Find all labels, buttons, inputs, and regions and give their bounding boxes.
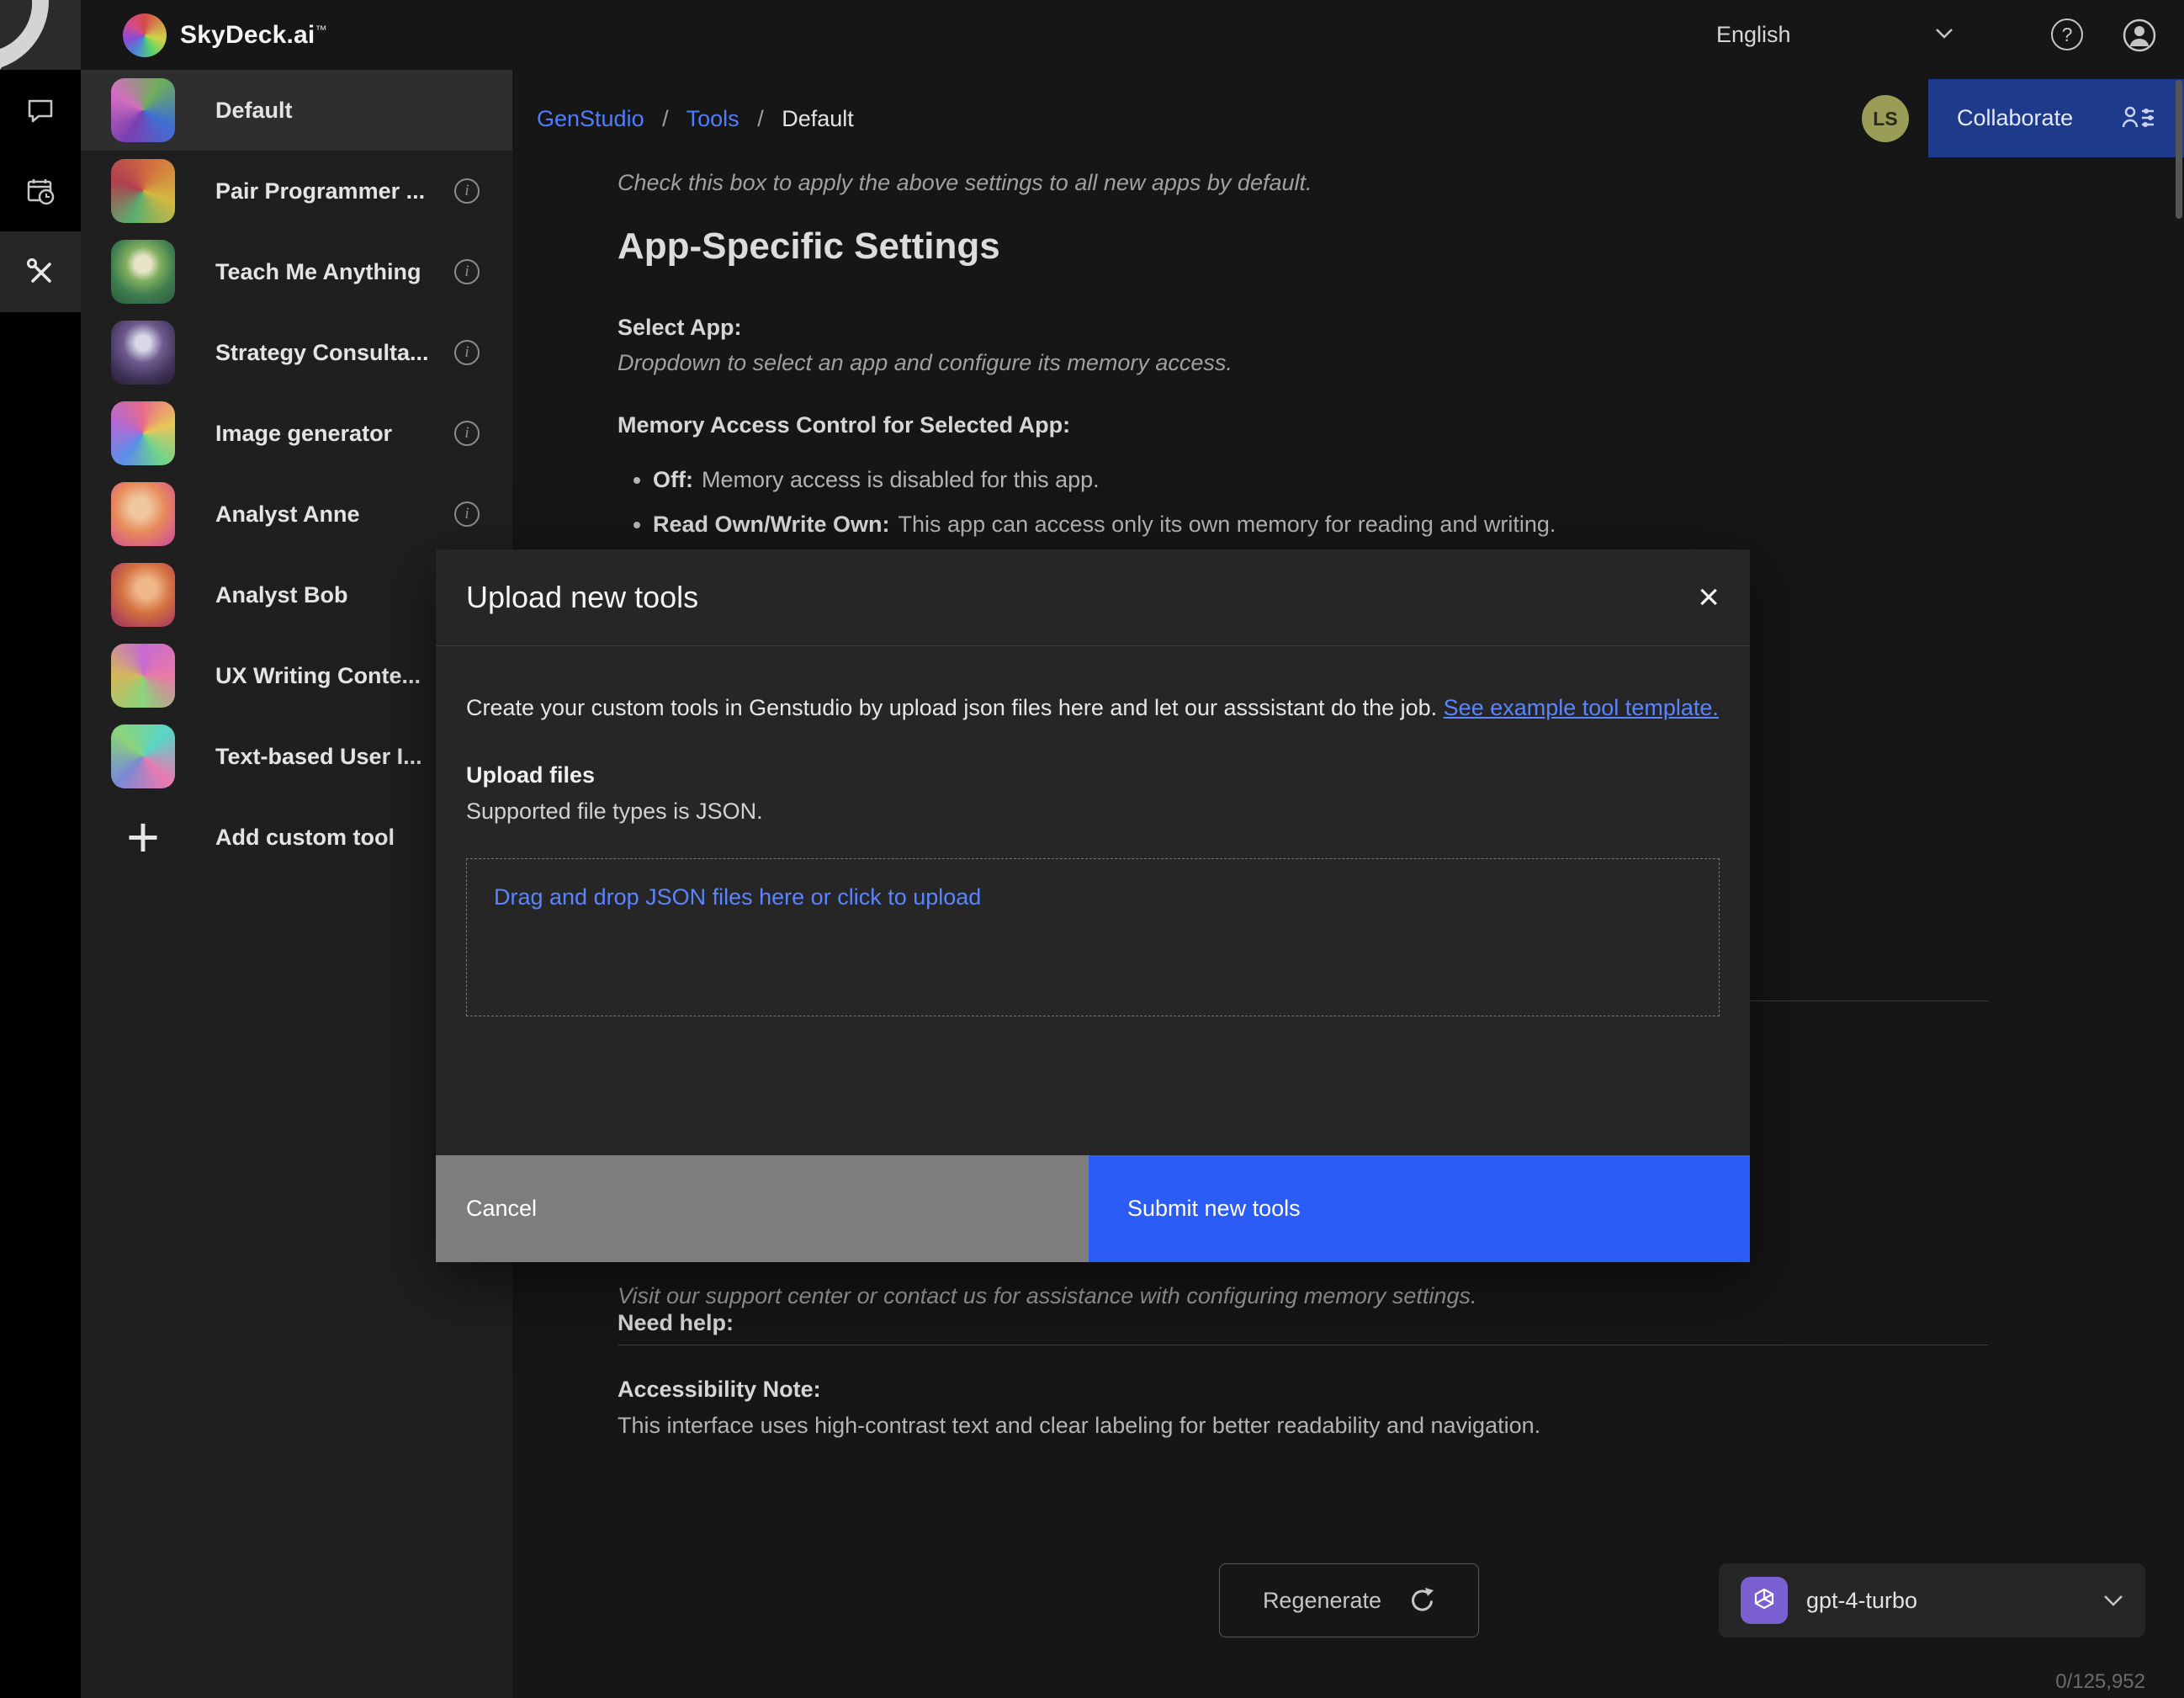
dropzone-label: Drag and drop JSON files here or click t… <box>494 884 981 910</box>
breadcrumb-separator: / <box>662 106 669 131</box>
language-selector[interactable]: English <box>1716 0 1791 70</box>
sidebar-item-label: Strategy Consulta... <box>215 340 429 366</box>
accessibility-label: Accessibility Note: <box>618 1377 821 1403</box>
default-settings-note: Check this box to apply the above settin… <box>618 170 1312 196</box>
brand-name: SkyDeck.ai™ <box>180 21 327 50</box>
memory-access-options: Off:Memory access is disabled for this a… <box>618 467 1556 556</box>
trademark: ™ <box>315 23 326 36</box>
tool-avatar <box>111 159 175 223</box>
tool-avatar <box>111 321 175 385</box>
language-label: English <box>1716 22 1791 48</box>
memory-option-off: Off:Memory access is disabled for this a… <box>653 467 1556 493</box>
brand: SkyDeck.ai™ <box>123 0 327 70</box>
regenerate-label: Regenerate <box>1263 1588 1381 1614</box>
sidebar-item-image-generator[interactable]: Image generator i <box>81 393 512 474</box>
skydeck-logo-mark <box>0 0 81 70</box>
sidebar-item-default[interactable]: Default <box>81 70 512 151</box>
skydeck-logo-icon <box>123 13 167 57</box>
schedule-icon <box>24 175 56 207</box>
chevron-down-icon[interactable] <box>1935 28 1953 40</box>
rail-schedule-button[interactable] <box>0 151 81 231</box>
sidebar-item-label: Text-based User I... <box>215 744 422 770</box>
model-selector[interactable]: gpt-4-turbo <box>1719 1563 2145 1637</box>
breadcrumb: GenStudio / Tools / Default <box>537 106 854 132</box>
info-icon[interactable]: i <box>454 421 480 446</box>
modal-body: Create your custom tools in Genstudio by… <box>436 646 1750 1016</box>
breadcrumb-genstudio[interactable]: GenStudio <box>537 106 644 131</box>
help-icon: ? <box>2051 19 2083 50</box>
collaborate-icon <box>2122 104 2155 133</box>
breadcrumb-current: Default <box>782 106 854 131</box>
sidebar-item-teach-me-anything[interactable]: Teach Me Anything i <box>81 231 512 312</box>
profile-icon <box>2122 18 2157 53</box>
tool-avatar <box>111 78 175 142</box>
modal-title: Upload new tools <box>466 580 698 615</box>
topbar: SkyDeck.ai™ English ? <box>0 0 2184 70</box>
sidebar-item-label: Image generator <box>215 421 392 447</box>
need-help-label: Need help: <box>618 1310 734 1336</box>
regenerate-button[interactable]: Regenerate <box>1219 1563 1479 1637</box>
icon-rail <box>0 70 81 1698</box>
modal-footer: Cancel Submit new tools <box>436 1155 1750 1262</box>
modal-description: Create your custom tools in Genstudio by… <box>466 690 1720 725</box>
file-dropzone[interactable]: Drag and drop JSON files here or click t… <box>466 858 1720 1016</box>
upload-tools-modal: Upload new tools × Create your custom to… <box>436 549 1750 1262</box>
plus-icon: + <box>111 809 175 866</box>
memory-access-label: Memory Access Control for Selected App: <box>618 412 1070 438</box>
tool-avatar <box>111 482 175 546</box>
tools-icon <box>24 256 56 288</box>
cancel-button[interactable]: Cancel <box>436 1155 1089 1262</box>
model-name: gpt-4-turbo <box>1806 1588 1917 1614</box>
info-icon[interactable]: i <box>454 178 480 204</box>
tool-avatar <box>111 644 175 708</box>
select-app-label: Select App: <box>618 315 742 341</box>
sidebar-item-label: Default <box>215 98 293 124</box>
collaborate-button[interactable]: Collaborate <box>1928 79 2184 157</box>
breadcrumb-tools[interactable]: Tools <box>686 106 739 131</box>
sidebar-item-label: UX Writing Conte... <box>215 663 421 689</box>
need-help-description: Visit our support center or contact us f… <box>618 1283 1476 1309</box>
supported-filetypes-note: Supported file types is JSON. <box>466 799 1720 825</box>
info-icon[interactable]: i <box>454 259 480 284</box>
sidebar-item-label: Teach Me Anything <box>215 259 421 285</box>
upload-files-label: Upload files <box>466 762 1720 788</box>
openai-icon <box>1741 1577 1788 1624</box>
help-button[interactable]: ? <box>2051 19 2083 50</box>
submit-new-tools-button[interactable]: Submit new tools <box>1089 1155 1750 1262</box>
breadcrumb-separator: / <box>757 106 764 131</box>
chat-icon <box>24 94 56 126</box>
sidebar-item-label: Pair Programmer ... <box>215 178 425 204</box>
rail-tools-button[interactable] <box>0 231 81 312</box>
tool-avatar <box>111 724 175 788</box>
profile-button[interactable] <box>2122 18 2157 53</box>
user-avatar[interactable]: LS <box>1862 95 1909 142</box>
modal-header: Upload new tools × <box>436 549 1750 646</box>
page-title: App-Specific Settings <box>618 226 1000 268</box>
memory-option-read-own: Read Own/Write Own:This app can access o… <box>653 512 1556 538</box>
sidebar-item-pair-programmer[interactable]: Pair Programmer ... i <box>81 151 512 231</box>
scrollbar-thumb[interactable] <box>2176 80 2182 219</box>
info-icon[interactable]: i <box>454 501 480 527</box>
example-template-link[interactable]: See example tool template. <box>1444 695 1719 720</box>
info-icon[interactable]: i <box>454 340 480 365</box>
chevron-down-icon <box>2103 1595 2123 1607</box>
close-icon[interactable]: × <box>1698 579 1720 616</box>
refresh-icon <box>1407 1586 1435 1615</box>
tool-avatar <box>111 563 175 627</box>
sidebar-item-analyst-anne[interactable]: Analyst Anne i <box>81 474 512 555</box>
tool-avatar <box>111 401 175 465</box>
tool-avatar <box>111 240 175 304</box>
token-counter: 0/125,952 <box>2055 1670 2145 1694</box>
rail-chat-button[interactable] <box>0 70 81 151</box>
sidebar-item-strategy-consultant[interactable]: Strategy Consulta... i <box>81 312 512 393</box>
collaborate-label: Collaborate <box>1957 105 2073 131</box>
accessibility-description: This interface uses high-contrast text a… <box>618 1413 1540 1439</box>
select-app-description: Dropdown to select an app and configure … <box>618 350 1232 376</box>
sidebar-item-label: Analyst Anne <box>215 501 360 528</box>
sidebar-item-label: Analyst Bob <box>215 582 348 608</box>
sidebar-item-label: Add custom tool <box>215 825 395 851</box>
